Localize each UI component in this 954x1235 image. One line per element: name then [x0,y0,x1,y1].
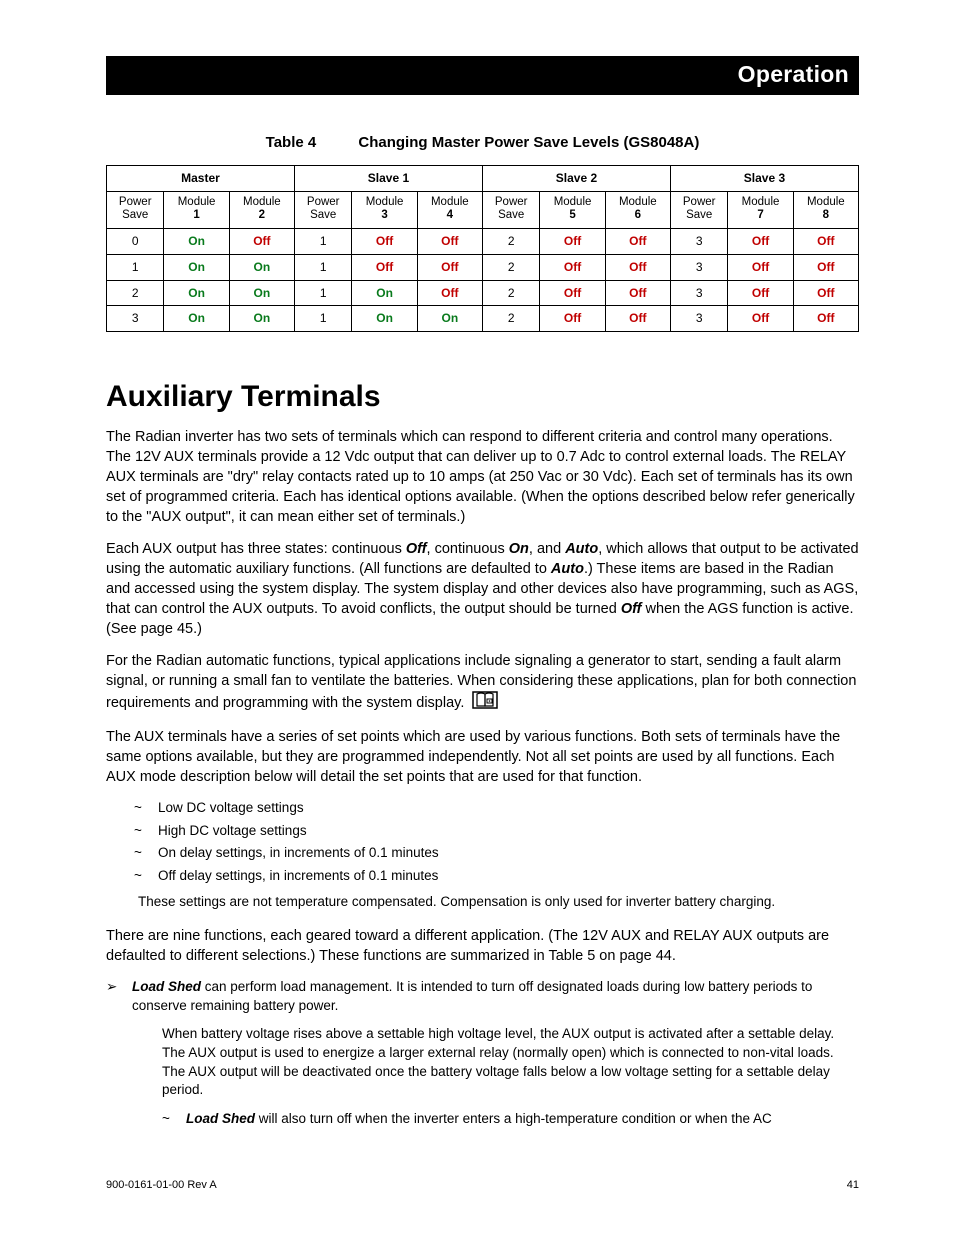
subhead-cell: Module6 [605,191,670,228]
subhead-cell: Module1 [164,191,229,228]
list-item: Off delay settings, in increments of 0.1… [158,867,859,886]
table-cell: Off [605,254,670,280]
note-compensation: These settings are not temperature compe… [106,893,859,912]
subhead-cell: Module8 [793,191,858,228]
list-item: On delay settings, in increments of 0.1 … [158,844,859,863]
table-cell: Off [352,254,417,280]
table-cell: Off [417,280,482,306]
table-cell: On [164,229,229,255]
table-cell: 3 [670,306,727,332]
footer-rev: 900-0161-01-00 Rev A [106,1178,217,1193]
table-cell: Off [417,229,482,255]
subhead-cell: PowerSave [670,191,727,228]
paragraph-nine-functions: There are nine functions, each geared to… [106,926,859,966]
table-cell: 1 [294,229,351,255]
paragraph-applications: For the Radian automatic functions, typi… [106,651,859,715]
table-cell: 1 [294,280,351,306]
group-slave1: Slave 1 [294,166,482,192]
subhead-cell: Module7 [728,191,793,228]
table-cell: Off [793,229,858,255]
table-cell: On [164,280,229,306]
table-cell: Off [793,280,858,306]
table-cell: 1 [294,254,351,280]
load-shed-detail: When battery voltage rises above a setta… [132,1025,859,1100]
paragraph-intro: The Radian inverter has two sets of term… [106,427,859,527]
table-title: Changing Master Power Save Levels (GS804… [358,134,699,151]
table-cell: 2 [107,280,164,306]
table-cell: On [229,306,294,332]
table-cell: Off [728,306,793,332]
subhead-cell: Module2 [229,191,294,228]
paragraph-states: Each AUX output has three states: contin… [106,539,859,639]
list-item: High DC voltage settings [158,822,859,841]
table-cell: Off [352,229,417,255]
table-cell: 3 [670,254,727,280]
group-slave2: Slave 2 [482,166,670,192]
table-cell: Off [540,280,605,306]
table-cell: On [417,306,482,332]
header-bar: Operation [106,56,859,95]
function-load-shed: ➢ Load Shed can perform load management.… [106,978,859,1128]
table-cell: Off [229,229,294,255]
table-cell: Off [605,280,670,306]
power-save-table: Master Slave 1 Slave 2 Slave 3 PowerSave… [106,165,859,331]
table-cell: On [164,306,229,332]
table-cell: 3 [670,280,727,306]
table-row: 2OnOn1OnOff2OffOff3OffOff [107,280,859,306]
group-slave3: Slave 3 [670,166,858,192]
table-cell: Off [728,280,793,306]
table-cell: On [352,280,417,306]
subhead-cell: Module5 [540,191,605,228]
table-cell: Off [605,229,670,255]
paragraph-setpoints: The AUX terminals have a series of set p… [106,727,859,787]
settings-list: Low DC voltage settings High DC voltage … [106,799,859,886]
table-cell: 2 [482,254,539,280]
table-cell: Off [728,254,793,280]
subhead-cell: PowerSave [107,191,164,228]
section-title: Operation [738,61,849,87]
table-cell: 3 [670,229,727,255]
table-cell: Off [605,306,670,332]
table-cell: 3 [107,306,164,332]
table-cell: 1 [294,306,351,332]
reference-icon [472,691,498,715]
table-label: Table 4 [266,134,317,151]
table-cell: 2 [482,229,539,255]
table-cell: 0 [107,229,164,255]
load-shed-intro: Load Shed can perform load management. I… [132,978,859,1015]
chevron-icon: ➢ [106,978,120,1128]
table-row: 0OnOff1OffOff2OffOff3OffOff [107,229,859,255]
table-cell: On [229,254,294,280]
table-cell: On [352,306,417,332]
table-cell: Off [728,229,793,255]
table-cell: Off [540,306,605,332]
list-item: Low DC voltage settings [158,799,859,818]
subhead-cell: Module3 [352,191,417,228]
footer: 900-0161-01-00 Rev A 41 [106,1178,859,1193]
table-cell: Off [417,254,482,280]
subhead-cell: PowerSave [482,191,539,228]
table-group-row: Master Slave 1 Slave 2 Slave 3 [107,166,859,192]
subhead-cell: Module4 [417,191,482,228]
load-shed-sub: Load Shed will also turn off when the in… [132,1110,859,1129]
table-row: 3OnOn1OnOn2OffOff3OffOff [107,306,859,332]
table-cell: Off [793,306,858,332]
group-master: Master [107,166,295,192]
table-cell: On [229,280,294,306]
table-cell: On [164,254,229,280]
table-row: 1OnOn1OffOff2OffOff3OffOff [107,254,859,280]
table-cell: Off [540,229,605,255]
table-cell: Off [540,254,605,280]
table-cell: 2 [482,306,539,332]
table-caption: Table 4 Changing Master Power Save Level… [106,133,859,154]
table-cell: Off [793,254,858,280]
table-subhead-row: PowerSaveModule1Module2PowerSaveModule3M… [107,191,859,228]
table-cell: 2 [482,280,539,306]
footer-page: 41 [847,1178,859,1193]
table-cell: 1 [107,254,164,280]
heading-auxiliary-terminals: Auxiliary Terminals [106,376,859,417]
subhead-cell: PowerSave [294,191,351,228]
